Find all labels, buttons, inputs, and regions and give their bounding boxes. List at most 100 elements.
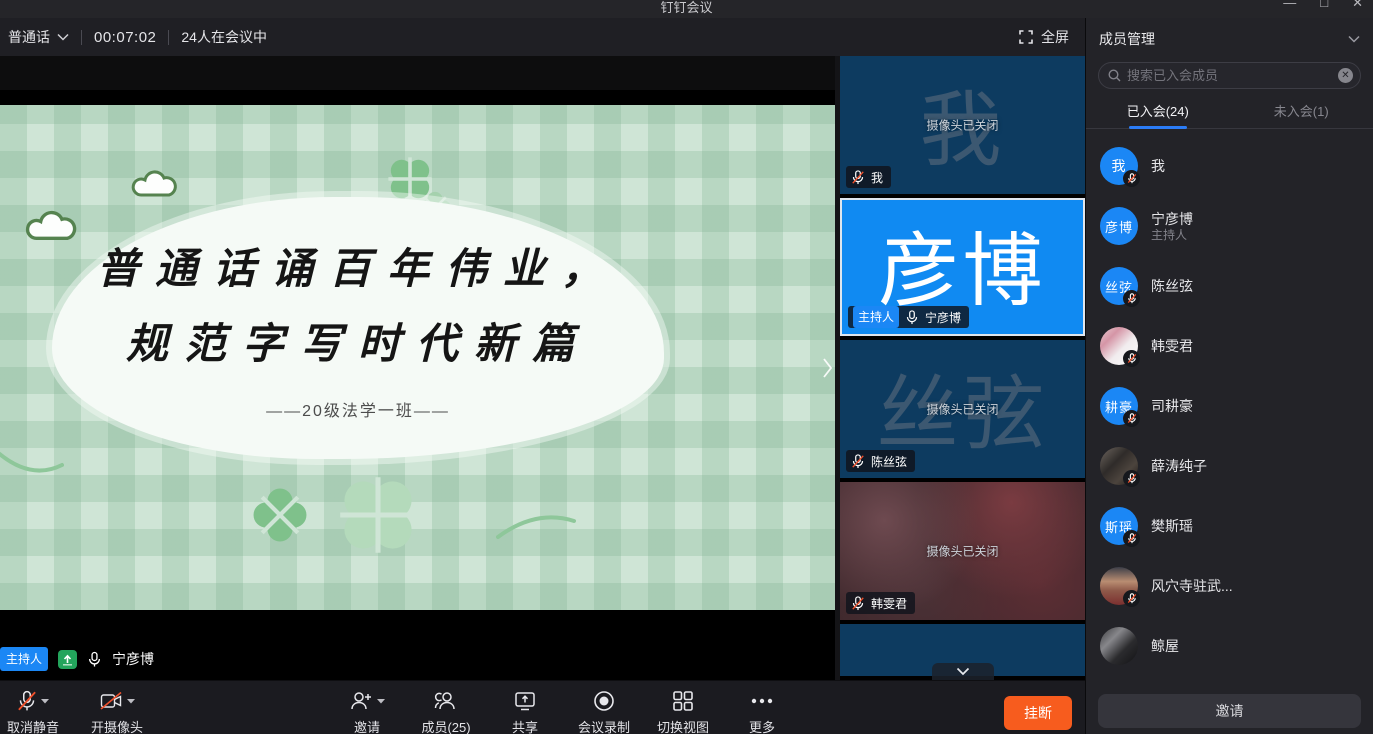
hangup-button[interactable]: 挂断 — [1004, 696, 1072, 730]
avatar — [1100, 327, 1138, 365]
video-thumbnail-strip: 我 摄像头已关闭 我 彦博 主持人 宁彦博 丝弦 摄像头已关闭 — [840, 56, 1085, 680]
tab-not-joined[interactable]: 未入会(1) — [1230, 93, 1373, 128]
unmute-button[interactable]: 取消静音 — [4, 690, 62, 734]
active-speaker-name: 宁彦博 — [112, 649, 154, 669]
search-clear-icon[interactable]: ✕ — [1338, 68, 1353, 83]
record-icon — [593, 690, 615, 712]
person-add-icon — [349, 690, 373, 712]
dingtalk-meeting-window: 钉钉会议 — □ ✕ 普通话 00:07:02 24人在会议中 全屏 — [0, 0, 1373, 734]
people-icon — [434, 690, 458, 712]
stage-letterbox — [0, 56, 835, 90]
tile-name-chip: 陈丝弦 — [846, 450, 915, 472]
grid-view-icon — [672, 690, 694, 712]
member-role: 主持人 — [1151, 228, 1193, 243]
screen-share-indicator-icon — [58, 650, 77, 669]
record-button[interactable]: 会议录制 — [575, 690, 633, 734]
invite-button[interactable]: 邀请 — [1098, 694, 1361, 728]
camera-off-text: 摄像头已关闭 — [840, 401, 1085, 418]
host-badge: 主持人 — [0, 647, 48, 671]
more-dots-icon — [750, 690, 774, 712]
avatar: 彦博 — [1100, 207, 1138, 245]
member-search-input[interactable] — [1127, 68, 1332, 83]
clover-decoration — [240, 475, 319, 554]
avatar: 斯瑶 — [1100, 507, 1138, 545]
mic-muted-icon — [1123, 350, 1140, 367]
invite-toolbar-button[interactable]: 邀请 — [338, 690, 396, 734]
switch-view-button[interactable]: 切换视图 — [654, 690, 712, 734]
member-row[interactable]: 韩雯君 — [1086, 316, 1373, 376]
member-row[interactable]: 风穴寺驻武... — [1086, 556, 1373, 616]
mic-muted-icon — [1123, 170, 1140, 187]
tile-name-chip: 主持人 宁彦博 — [848, 306, 969, 328]
member-row[interactable]: 彦博 宁彦博 主持人 — [1086, 196, 1373, 256]
slide-text-blob: 普通话诵百年伟业， 规范字写时代新篇 ——20级法学一班—— — [52, 197, 664, 459]
member-row[interactable]: 薛涛纯子 — [1086, 436, 1373, 496]
meeting-timer: 00:07:02 — [94, 29, 156, 46]
mic-on-icon — [905, 310, 919, 325]
mic-muted-icon — [1123, 470, 1140, 487]
camera-off-text: 摄像头已关闭 — [840, 543, 1085, 560]
mic-on-icon — [87, 651, 102, 668]
chevron-down-icon[interactable] — [41, 698, 49, 704]
host-badge: 主持人 — [853, 306, 899, 328]
tile-name-chip: 韩雯君 — [846, 592, 915, 614]
share-screen-button[interactable]: 共享 — [496, 690, 554, 734]
maximize-icon[interactable]: □ — [1320, 0, 1328, 11]
member-row[interactable]: 鲸屋 — [1086, 616, 1373, 676]
main-video-stage[interactable]: 普通话诵百年伟业， 规范字写时代新篇 ——20级法学一班—— 主持人 宁彦博 — [0, 56, 835, 680]
video-tile-hanwenjun[interactable]: 摄像头已关闭 韩雯君 — [840, 482, 1085, 620]
chevron-down-icon[interactable] — [127, 698, 135, 704]
cloud-decoration — [130, 169, 182, 199]
video-tile-chensixian[interactable]: 丝弦 摄像头已关闭 陈丝弦 — [840, 340, 1085, 478]
slide-title-line2: 规范字写时代新篇 — [126, 310, 590, 371]
members-toolbar-button[interactable]: 成员(25) — [417, 690, 475, 734]
member-list: 我 我 彦博 宁彦博 主持人 丝弦 陈丝弦 — [1086, 136, 1373, 682]
tab-joined[interactable]: 已入会(24) — [1086, 93, 1230, 128]
mic-muted-icon — [1123, 530, 1140, 547]
member-row[interactable]: 斯瑶 樊斯瑶 — [1086, 496, 1373, 556]
stem-decoration — [496, 507, 576, 541]
stage-speaker-info: 主持人 宁彦博 — [0, 647, 154, 671]
member-row[interactable]: 丝弦 陈丝弦 — [1086, 256, 1373, 316]
shared-slide: 普通话诵百年伟业， 规范字写时代新篇 ——20级法学一班—— — [0, 105, 835, 610]
mic-muted-icon — [851, 596, 865, 611]
mic-muted-icon — [851, 170, 865, 185]
search-icon — [1108, 69, 1121, 82]
fullscreen-icon — [1019, 30, 1033, 44]
avatar: 我 — [1100, 147, 1138, 185]
slide-subtitle: ——20级法学一班—— — [266, 397, 450, 421]
panel-header: 成员管理 — [1086, 18, 1373, 60]
member-row[interactable]: 耕豪 司耕豪 — [1086, 376, 1373, 436]
member-management-panel: 成员管理 ✕ 已入会(24) 未入会(1) 我 我 彦博 — [1085, 18, 1373, 734]
cloud-decoration — [24, 209, 82, 243]
mic-muted-icon — [851, 454, 865, 469]
participant-count: 24人在会议中 — [181, 27, 267, 47]
chevron-down-icon[interactable] — [377, 698, 385, 704]
tile-name-chip: 我 — [846, 166, 891, 188]
window-titlebar: 钉钉会议 — □ ✕ — [0, 0, 1373, 18]
member-row[interactable]: 我 我 — [1086, 136, 1373, 196]
panel-title: 成员管理 — [1099, 29, 1155, 49]
more-button[interactable]: 更多 — [733, 690, 791, 734]
panel-collapse-chevron-icon[interactable] — [1348, 30, 1360, 48]
avatar — [1100, 567, 1138, 605]
video-tile-host[interactable]: 彦博 主持人 宁彦博 — [840, 198, 1085, 336]
chevron-down-icon[interactable] — [57, 33, 69, 41]
divider — [81, 30, 82, 45]
share-screen-icon — [513, 690, 537, 712]
fullscreen-button[interactable]: 全屏 — [1019, 18, 1069, 56]
avatar: 耕豪 — [1100, 387, 1138, 425]
camera-on-button[interactable]: 开摄像头 — [88, 690, 146, 734]
language-selector[interactable]: 普通话 — [8, 27, 50, 47]
mic-muted-icon — [1123, 410, 1140, 427]
clover-decoration — [336, 473, 420, 557]
minimize-icon[interactable]: — — [1283, 0, 1296, 11]
meeting-toolbar: 取消静音 开摄像头 — [0, 680, 1085, 734]
close-icon[interactable]: ✕ — [1352, 0, 1363, 11]
mic-muted-icon — [1123, 590, 1140, 607]
collapse-strip-chevron-icon[interactable] — [822, 356, 833, 385]
chevron-down-icon — [956, 667, 970, 676]
video-tile-me[interactable]: 我 摄像头已关闭 我 — [840, 56, 1085, 194]
strip-scroll-down-button[interactable] — [932, 663, 994, 680]
camera-off-icon — [99, 691, 123, 711]
